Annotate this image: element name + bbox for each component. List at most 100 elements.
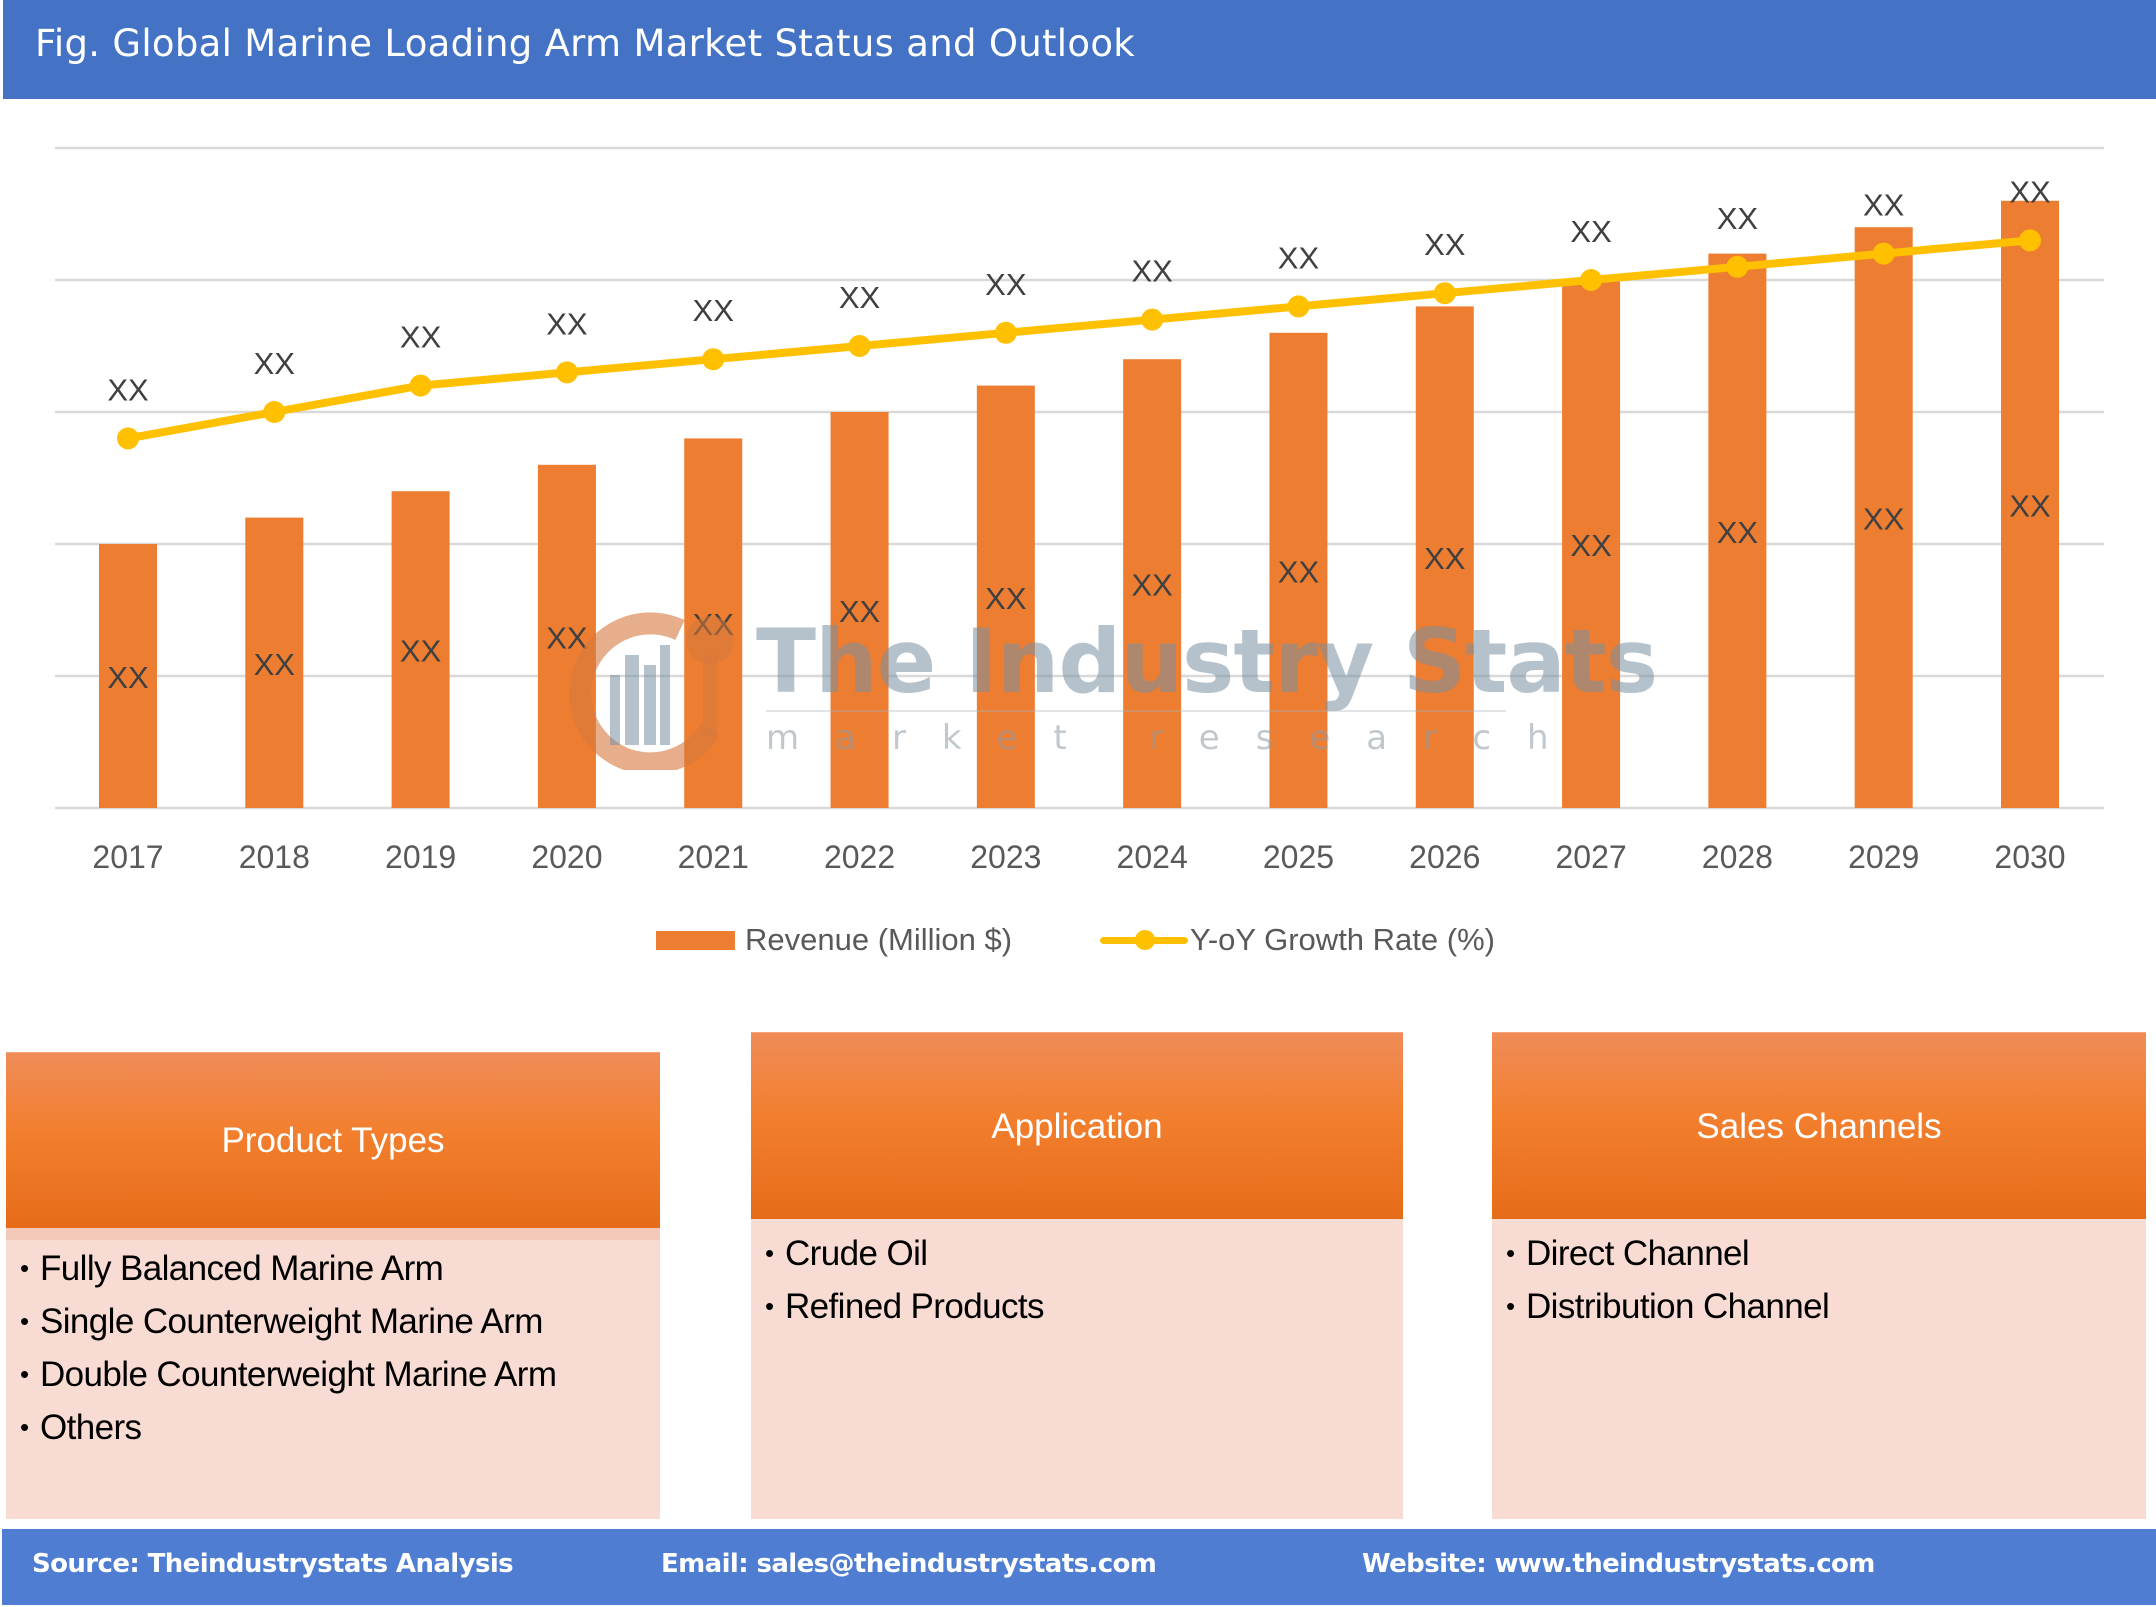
segment-box-sales-channels: Sales Channels • Direct Channel • Distribu… bbox=[1492, 1032, 2146, 1519]
x-tick-label: 2027 bbox=[1555, 839, 1626, 875]
bullet: • bbox=[1506, 1238, 1515, 1268]
legend-item-revenue: Revenue (Million $) bbox=[656, 920, 1012, 960]
growth-point bbox=[848, 335, 871, 357]
segment-title: Application bbox=[991, 1106, 1163, 1146]
x-tick-label: 2023 bbox=[970, 839, 1041, 875]
growth-data-label: XX bbox=[400, 320, 442, 355]
title-bar: Fig. Global Marine Loading Arm Market St… bbox=[3, 0, 2156, 99]
growth-data-label: XX bbox=[1570, 214, 1612, 249]
growth-data-label: XX bbox=[1131, 254, 1173, 289]
segment-list: • Crude Oil • Refined Products bbox=[765, 1227, 1044, 1333]
growth-data-label: XX bbox=[1278, 240, 1320, 275]
growth-data-label: XX bbox=[107, 372, 149, 407]
bullet: • bbox=[20, 1306, 29, 1336]
legend-label-growth: Y-oY Growth Rate (%) bbox=[1190, 922, 1495, 957]
segment-header: Sales Channels bbox=[1492, 1032, 2146, 1220]
gridlines bbox=[55, 146, 2104, 810]
footer-website[interactable]: Website: www.theindustrystats.com bbox=[1362, 1549, 1875, 1579]
x-tick-label: 2026 bbox=[1409, 839, 1480, 875]
segment-title: Product Types bbox=[221, 1121, 445, 1160]
list-item-text: Fully Balanced Marine Arm bbox=[40, 1249, 444, 1288]
legend-label-revenue: Revenue (Million $) bbox=[745, 922, 1013, 957]
growth-point bbox=[1726, 255, 1749, 278]
list-item-text: Double Counterweight Marine Arm bbox=[40, 1355, 557, 1394]
footer-source: Source: Theindustrystats Analysis bbox=[32, 1549, 514, 1579]
growth-point bbox=[1872, 242, 1895, 265]
bullet: • bbox=[1506, 1291, 1515, 1321]
list-item-text: Others bbox=[40, 1408, 142, 1447]
bullet: • bbox=[20, 1253, 29, 1283]
segment-box-product-types: Product Types • Fully Balanced Marine Arm… bbox=[6, 1052, 660, 1519]
growth-data-label: XX bbox=[693, 293, 735, 328]
list-item-text: Direct Channel bbox=[1526, 1234, 1750, 1273]
growth-data-label: XX bbox=[839, 280, 881, 315]
revenue-data-label: XX bbox=[1717, 515, 1759, 550]
x-tick-label: 2020 bbox=[531, 839, 602, 875]
x-tick-label: 2024 bbox=[1117, 839, 1188, 875]
x-tick-label: 2025 bbox=[1263, 839, 1334, 875]
revenue-data-label: XX bbox=[1278, 554, 1320, 589]
footer-email[interactable]: Email: sales@theindustrystats.com bbox=[661, 1549, 1157, 1579]
revenue-data-label: XX bbox=[254, 647, 296, 682]
x-tick-label: 2019 bbox=[385, 839, 456, 875]
list-item-text: Crude Oil bbox=[785, 1234, 928, 1273]
legend-item-growth: Y-oY Growth Rate (%) bbox=[1100, 920, 1495, 960]
x-tick-label: 2029 bbox=[1848, 839, 1919, 875]
revenue-bars bbox=[99, 200, 2059, 809]
growth-data-label: XX bbox=[254, 346, 296, 381]
x-tick-label: 2030 bbox=[1994, 839, 2065, 875]
x-tick-label: 2018 bbox=[239, 839, 310, 875]
footer-bar: Source: Theindustrystats Analysis Email:… bbox=[2, 1529, 2156, 1605]
growth-point bbox=[555, 361, 578, 384]
growth-point bbox=[117, 427, 139, 450]
segment-list: • Fully Balanced Marine Arm • Single Count… bbox=[20, 1242, 557, 1454]
legend-line-swatch bbox=[1100, 920, 1188, 960]
growth-point bbox=[702, 348, 725, 371]
growth-data-label: XX bbox=[1717, 201, 1759, 236]
growth-point bbox=[1141, 308, 1164, 331]
revenue-data-label: XX bbox=[1131, 568, 1173, 603]
legend-bar-swatch bbox=[656, 930, 735, 950]
list-item-text: Refined Products bbox=[785, 1287, 1044, 1326]
segment-list: • Direct Channel • Distribution Channel bbox=[1506, 1227, 1830, 1333]
segment-body: • Fully Balanced Marine Arm • Single Count… bbox=[6, 1228, 660, 1519]
revenue-data-label: XX bbox=[1863, 502, 1905, 537]
growth-data-label: XX bbox=[546, 306, 588, 341]
list-item: • Refined Products bbox=[765, 1280, 1044, 1333]
growth-data-label: XX bbox=[2009, 174, 2051, 209]
revenue-data-label: XX bbox=[107, 660, 149, 695]
x-axis-tick-labels: 2017 2018 2019 2020 2021 2022 2023 2024 2025 2026… bbox=[92, 839, 2065, 875]
bullet: • bbox=[20, 1412, 29, 1442]
growth-point bbox=[1580, 269, 1603, 291]
growth-point bbox=[1433, 282, 1456, 305]
list-item: • Crude Oil bbox=[765, 1227, 1044, 1280]
x-tick-label: 2021 bbox=[678, 839, 749, 875]
bullet: • bbox=[765, 1238, 774, 1268]
revenue-data-label: XX bbox=[693, 607, 735, 642]
x-tick-label: 2022 bbox=[824, 839, 895, 875]
revenue-data-label: XX bbox=[839, 594, 881, 629]
x-tick-label: 2028 bbox=[1702, 839, 1773, 875]
segment-title: Sales Channels bbox=[1696, 1106, 1942, 1146]
segment-box-application: Application • Crude Oil • Refined Products bbox=[751, 1032, 1403, 1519]
list-item: • Double Counterweight Marine Arm bbox=[20, 1348, 557, 1401]
revenue-data-label: XX bbox=[1424, 541, 1466, 576]
list-item: • Distribution Channel bbox=[1506, 1280, 1830, 1333]
segment-divider bbox=[6, 1228, 660, 1240]
revenue-data-label: XX bbox=[985, 581, 1027, 616]
revenue-data-label: XX bbox=[1570, 528, 1612, 563]
growth-point bbox=[409, 374, 432, 397]
growth-point bbox=[2019, 229, 2041, 252]
segment-header: Application bbox=[751, 1032, 1403, 1220]
list-item: • Others bbox=[20, 1401, 556, 1454]
bullet: • bbox=[20, 1359, 29, 1389]
market-chart: XX XX XX XX XX XX XX XX XX XX XX XX XX XX XX XX XX XX XX X… bbox=[55, 146, 2104, 875]
segment-body: • Crude Oil • Refined Products bbox=[751, 1219, 1403, 1519]
segment-header: Product Types bbox=[6, 1052, 660, 1229]
list-item: • Fully Balanced Marine Arm bbox=[20, 1242, 556, 1295]
growth-data-label: XX bbox=[985, 267, 1027, 302]
growth-point bbox=[994, 321, 1017, 344]
growth-point bbox=[263, 401, 286, 423]
growth-data-label: XX bbox=[1863, 188, 1905, 223]
bullet: • bbox=[765, 1291, 774, 1321]
